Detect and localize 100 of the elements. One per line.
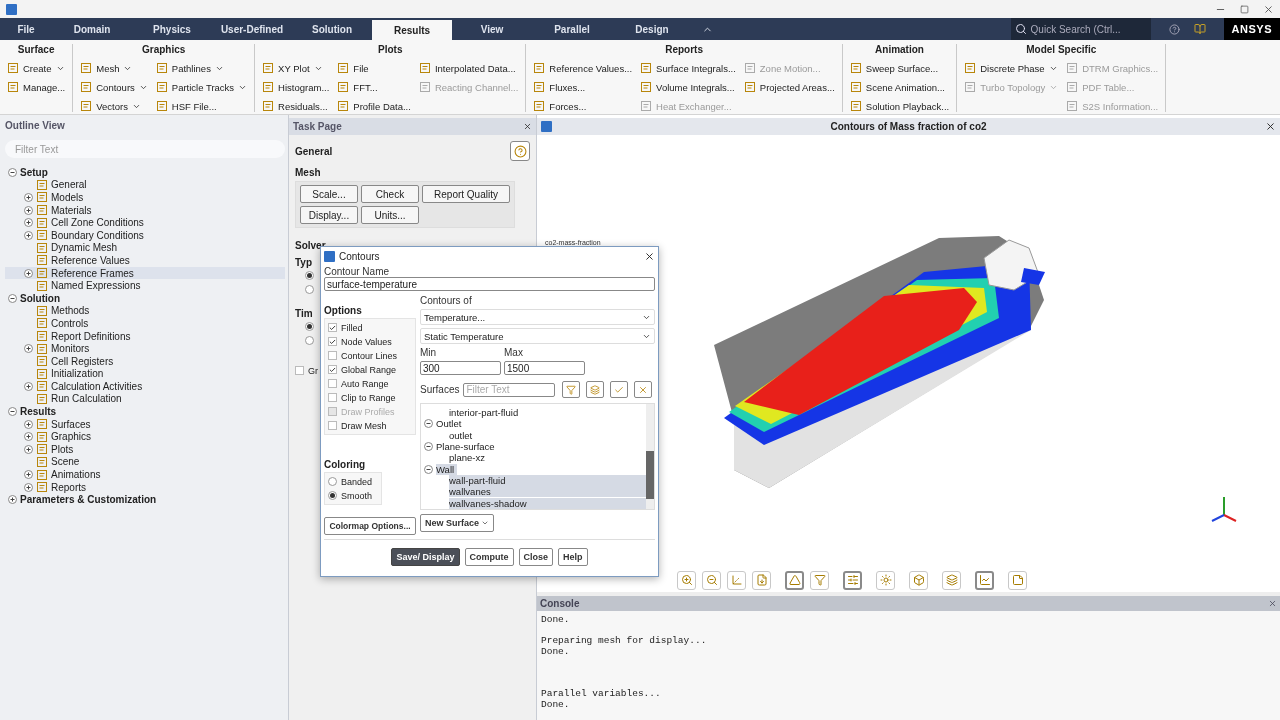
menu-tab[interactable]: Solution [292,18,372,40]
toolbar-button[interactable] [909,570,928,590]
ribbon-item[interactable]: Mesh [80,59,148,77]
tree-item[interactable]: Named Expressions [5,279,285,292]
tree-item[interactable]: Surfaces [5,417,285,431]
toolbar-button[interactable] [702,570,721,590]
toolbar-button[interactable] [1008,570,1027,590]
collapse-icon[interactable] [424,419,433,429]
book-icon[interactable] [1193,23,1206,35]
ribbon-item[interactable]: XY Plot [262,59,330,77]
toolbar-button[interactable] [843,570,862,590]
list-item[interactable]: Wall [436,463,458,475]
toolbar-button[interactable] [677,570,696,590]
expand-icon[interactable] [24,482,33,492]
ribbon-item[interactable]: Fluxes... [533,78,633,96]
tree-item[interactable]: Parameters & Customization [5,493,285,507]
ribbon-item[interactable]: Forces... [533,97,633,115]
close-icon[interactable] [523,122,532,131]
dropdown[interactable]: Static Temperature [420,328,655,344]
help-button[interactable] [510,141,530,161]
mesh-button[interactable]: Scale... [300,185,358,203]
expand-icon[interactable] [24,205,33,215]
icon-button[interactable] [634,381,653,398]
list-item[interactable]: wallvanes [449,486,646,498]
menu-tab[interactable]: File [0,18,52,40]
radio-button[interactable] [305,322,314,331]
collapse-icon[interactable] [8,293,17,303]
toolbar-button[interactable] [752,570,771,590]
ribbon-item[interactable]: FFT... [337,78,411,96]
max-field[interactable]: 1500 [504,361,585,375]
menu-tab[interactable]: Results [372,20,452,40]
icon-button[interactable] [610,381,629,398]
search-field[interactable]: Quick Search (Ctrl... [1010,18,1151,40]
filter-field[interactable]: Filter Text [463,382,556,397]
tree-item[interactable]: Calculation Activities [5,380,285,393]
collapse-icon[interactable] [8,407,17,417]
icon-button[interactable] [586,381,605,398]
collapse-icon[interactable] [424,464,433,474]
radio-button[interactable] [305,285,314,294]
tree-item[interactable]: Cell Zone Conditions [5,216,285,229]
menu-tab[interactable]: Physics [132,18,212,40]
expand-icon[interactable] [24,444,33,454]
list-item[interactable]: outlet [449,429,646,441]
mesh-button[interactable]: Check [361,185,419,203]
mesh-button[interactable]: Display... [300,206,358,224]
ribbon-item[interactable]: Interpolated Data... [418,59,519,77]
ribbon-item[interactable]: Histogram... [262,78,330,96]
colormap-button[interactable]: Colormap Options... [324,517,416,535]
mesh-button[interactable]: Report Quality [422,185,510,203]
tree-item[interactable]: Materials [5,203,285,217]
expand-icon[interactable] [24,432,33,442]
expand-icon[interactable] [24,218,33,228]
expand-icon[interactable] [24,193,33,202]
dialog-button[interactable]: Close [518,548,553,566]
icon-button[interactable] [562,381,581,398]
tree-item[interactable]: Methods [5,304,285,318]
filter-field[interactable]: Filter Text [5,140,285,158]
ribbon-item[interactable]: Vectors [80,97,148,115]
ribbon-item[interactable]: Profile Data... [337,97,411,115]
menu-tab[interactable]: View [452,18,532,40]
ribbon-item[interactable]: Discrete Phase [964,59,1059,77]
checkbox[interactable] [328,365,337,374]
tree-item[interactable]: Animations [5,468,285,481]
expand-icon[interactable] [24,344,33,354]
tree-item[interactable]: Graphics [5,430,285,444]
ribbon-item[interactable]: Manage... [7,78,66,96]
scrollbar[interactable] [646,404,654,509]
ribbon-item[interactable]: Projected Areas... [743,78,835,96]
ribbon-item[interactable]: Pathlines [155,59,248,77]
ribbon-item[interactable]: HSF File... [155,97,248,115]
tree-item[interactable]: Reports [5,480,285,494]
expand-icon[interactable] [24,268,33,278]
ribbon-item[interactable]: Solution Playback... [849,97,950,115]
toolbar-button[interactable] [876,570,895,590]
tree-item[interactable]: Controls [5,317,285,330]
expand-icon[interactable] [8,495,17,505]
checkbox[interactable] [295,366,304,375]
expand-icon[interactable] [24,419,33,429]
close-icon[interactable] [1263,3,1274,15]
collapse-icon[interactable] [8,167,17,177]
close-icon[interactable] [1265,121,1276,132]
name-field[interactable]: surface-temperature [324,277,655,291]
min-field[interactable]: 300 [420,361,501,375]
checkbox[interactable] [328,351,337,360]
toolbar-button[interactable] [785,570,804,590]
list-item[interactable]: Outlet [436,418,465,430]
tree-item[interactable]: Plots [5,443,285,456]
radio-button[interactable] [328,491,337,500]
tree-item[interactable]: Scene [5,455,285,469]
ribbon-item[interactable]: Contours [80,78,148,96]
menu-tab[interactable]: Domain [52,18,132,40]
close-icon[interactable] [644,251,655,262]
checkbox[interactable] [328,337,337,346]
radio-button[interactable] [305,271,314,280]
menu-tab[interactable]: Design [612,18,692,40]
tree-item[interactable]: Results [5,405,285,418]
dialog-button[interactable]: Help [558,548,588,566]
ribbon-item[interactable]: Surface Integrals... [640,59,736,77]
ribbon-item[interactable]: Sweep Surface... [849,59,950,77]
list-item[interactable]: Plane-surface [436,441,498,453]
